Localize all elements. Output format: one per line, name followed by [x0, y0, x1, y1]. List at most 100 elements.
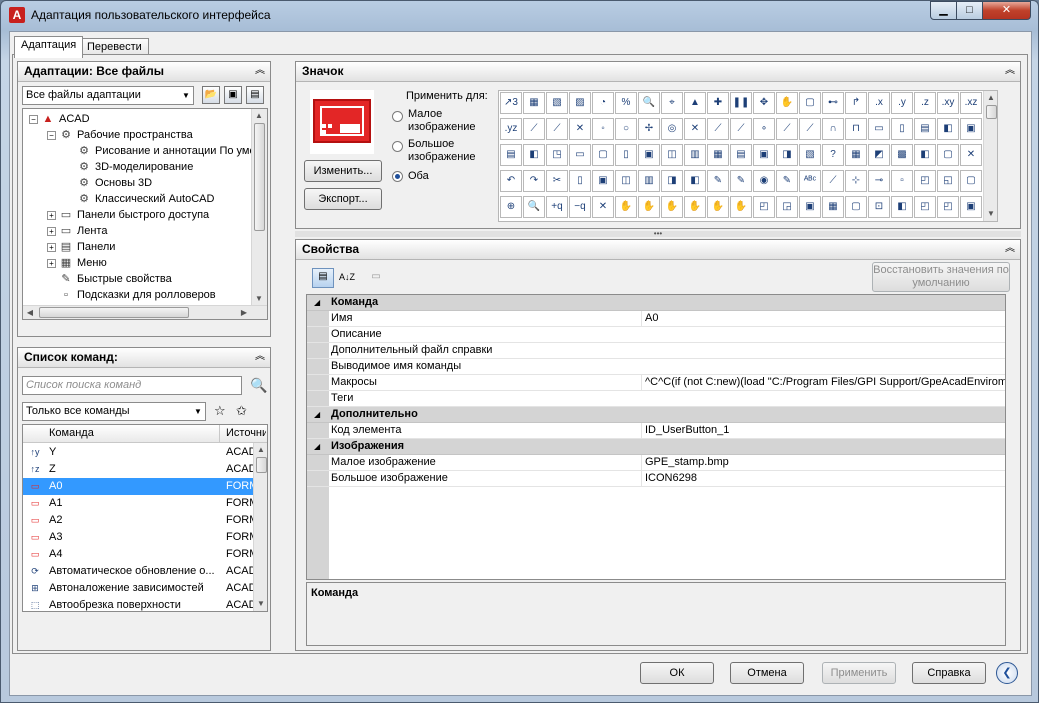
icon-library-item[interactable]: ▨ [569, 92, 591, 114]
star-icon[interactable]: ✩ [236, 402, 254, 420]
icon-library-item[interactable]: ⟋ [730, 118, 752, 140]
icon-library-item[interactable]: ▣ [753, 144, 775, 166]
icon-library-item[interactable]: ▥ [684, 144, 706, 166]
command-row[interactable]: ▭ A1 FORMAT [23, 495, 256, 512]
command-list-scrollbar[interactable]: ▲ ▼ [253, 443, 267, 611]
tree-horizontal-scrollbar[interactable]: ◀ ▶ [23, 305, 267, 319]
icon-library-item[interactable]: ▯ [891, 118, 913, 140]
collapse-panes-button[interactable]: ❮ [996, 662, 1018, 684]
tree-item[interactable]: ⚙ Основы 3D [65, 175, 152, 191]
icon-library-item[interactable]: ⊓ [845, 118, 867, 140]
command-list[interactable]: Команда Источник ↑y Y ACAD ↑z Z ACAD ▭ A0 FORMAT… [22, 424, 268, 612]
icon-library-item[interactable]: ⟋ [776, 118, 798, 140]
icon-library-item[interactable]: ▣ [960, 196, 982, 218]
edit-icon-button[interactable]: Изменить... [304, 160, 382, 182]
tree-item[interactable]: ⚙ 3D-моделирование [65, 159, 193, 175]
minimize-button[interactable]: ▁ [930, 1, 957, 20]
icon-library-item[interactable]: ◔ [592, 92, 614, 114]
property-category[interactable]: ◢ Дополнительно [307, 407, 1005, 423]
icon-library-item[interactable]: ◨ [661, 170, 683, 192]
scroll-left-icon[interactable]: ◀ [23, 306, 37, 319]
collapse-tree-icon[interactable]: − [47, 130, 56, 140]
expand-icon[interactable]: + [47, 258, 56, 268]
icon-library-item[interactable]: ▤ [500, 144, 522, 166]
icon-library-item[interactable]: .y [891, 92, 913, 114]
icon-library-item[interactable]: ▥ [638, 170, 660, 192]
property-value[interactable]: ICON6298 [641, 471, 1005, 486]
expand-icon[interactable]: + [47, 210, 56, 220]
icon-library-item[interactable]: ✕ [592, 196, 614, 218]
icon-library-item[interactable]: ◧ [891, 196, 913, 218]
property-grid[interactable]: ◢ Команда Имя A0 Описание Дополнительный файл… [306, 294, 1006, 580]
icon-library-item[interactable]: ▯ [569, 170, 591, 192]
command-row[interactable]: ⊞ Автоналожение зависимостей ACAD [23, 580, 256, 597]
categorized-view-icon[interactable]: ▤ [312, 268, 334, 288]
property-row[interactable]: Малое изображение GPE_stamp.bmp [307, 455, 1005, 471]
collapse-category-icon[interactable]: ◢ [314, 439, 320, 454]
icon-library-item[interactable]: ◰ [753, 196, 775, 218]
icon-library-item[interactable]: ◫ [661, 144, 683, 166]
icon-library-item[interactable]: ↗3 [500, 92, 522, 114]
command-row[interactable]: ▭ A2 FORMAT [23, 512, 256, 529]
icon-library-item[interactable]: ⊷ [822, 92, 844, 114]
scroll-down-icon[interactable]: ▼ [254, 597, 267, 611]
command-row[interactable]: ⟳ Автоматическое обновление о... ACAD [23, 563, 256, 580]
scroll-up-icon[interactable]: ▲ [252, 109, 266, 123]
icon-library-item[interactable]: ✎ [707, 170, 729, 192]
scroll-down-icon[interactable]: ▼ [984, 207, 997, 221]
icon-library-item[interactable]: ᴬᴮᶜ [799, 170, 821, 192]
save-icon[interactable]: ▣ [224, 86, 242, 104]
icon-library-item[interactable]: ✋ [776, 92, 798, 114]
scroll-up-icon[interactable]: ▲ [984, 91, 997, 105]
icon-library-item[interactable]: ◰ [914, 170, 936, 192]
icon-library-item[interactable]: ↱ [845, 92, 867, 114]
apply-button[interactable]: Применить [822, 662, 896, 684]
icon-library-item[interactable]: ✋ [730, 196, 752, 218]
icon-library-item[interactable]: ⊕ [500, 196, 522, 218]
scroll-up-icon[interactable]: ▲ [254, 443, 267, 457]
expand-icon[interactable]: + [47, 242, 56, 252]
icon-library-item[interactable]: ✥ [753, 92, 775, 114]
icon-library-item[interactable]: ✋ [684, 196, 706, 218]
scroll-thumb[interactable] [39, 307, 189, 318]
icon-library-item[interactable]: ⟋ [799, 118, 821, 140]
icon-library-item[interactable]: ✋ [661, 196, 683, 218]
icon-library-item[interactable]: ○ [615, 118, 637, 140]
icon-library-item[interactable]: ▢ [845, 196, 867, 218]
icon-library-item[interactable]: ❚❚ [730, 92, 752, 114]
icon-library-item[interactable]: ⊸ [868, 170, 890, 192]
property-category[interactable]: ◢ Изображения [307, 439, 1005, 455]
icon-library-item[interactable]: ⟋ [546, 118, 568, 140]
icon-library-item[interactable]: ✎ [776, 170, 798, 192]
icon-library-item[interactable]: ⟋ [822, 170, 844, 192]
command-row[interactable]: ⬚ Автообрезка поверхности ACAD [23, 597, 256, 611]
icon-library-item[interactable]: ◲ [776, 196, 798, 218]
scroll-thumb[interactable] [256, 457, 267, 473]
icon-library-item[interactable]: −q [569, 196, 591, 218]
icon-library-item[interactable]: ▣ [638, 144, 660, 166]
column-header-source[interactable]: Источник [226, 427, 266, 439]
icon-library-item[interactable]: ▭ [868, 118, 890, 140]
tree-item[interactable]: ⚙ Рисование и аннотации По умолчанию [65, 143, 267, 159]
property-category[interactable]: ◢ Команда [307, 295, 1005, 311]
icon-library-item[interactable]: ◱ [937, 170, 959, 192]
icon-library-item[interactable]: ▭ [569, 144, 591, 166]
collapse-tree-icon[interactable]: − [29, 114, 38, 124]
icon-library-item[interactable]: +q [546, 196, 568, 218]
icon-library-item[interactable]: ▦ [707, 144, 729, 166]
icon-library-item[interactable]: ✎ [730, 170, 752, 192]
property-row[interactable]: Большое изображение ICON6298 [307, 471, 1005, 487]
property-row[interactable]: Код элемента ID_UserButton_1 [307, 423, 1005, 439]
property-row[interactable]: Описание [307, 327, 1005, 343]
panel-splitter[interactable]: ••• [295, 230, 1021, 238]
icon-library-item[interactable]: ◨ [776, 144, 798, 166]
column-header-command[interactable]: Команда [49, 427, 94, 439]
scroll-thumb[interactable] [254, 123, 265, 231]
command-row[interactable]: ▭ A3 FORMAT [23, 529, 256, 546]
tree-item[interactable]: − ▲ ACAD [29, 111, 90, 127]
scroll-down-icon[interactable]: ▼ [252, 292, 266, 306]
icon-library-item[interactable]: ⟋ [707, 118, 729, 140]
icon-library-item[interactable]: ◰ [914, 196, 936, 218]
icon-library-item[interactable]: ✢ [638, 118, 660, 140]
icon-library-item[interactable]: ↷ [523, 170, 545, 192]
